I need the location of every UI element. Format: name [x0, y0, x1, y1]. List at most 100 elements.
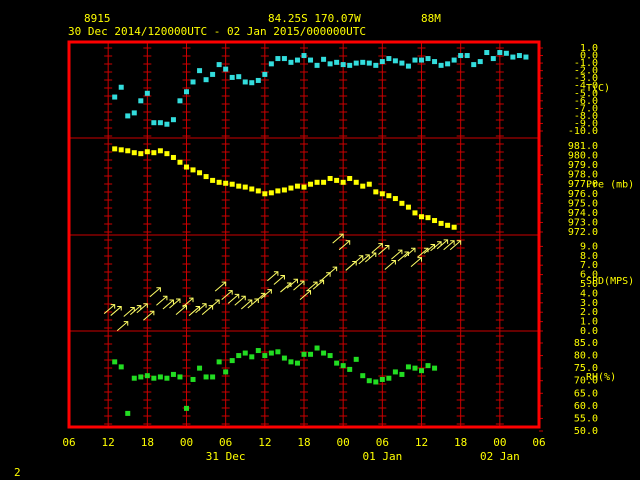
- data-point: [184, 405, 189, 411]
- meteogram-chart: 8915 84.25S 170.07W 88M 30 Dec 2014/1200…: [14, 12, 634, 479]
- data-point: [288, 359, 294, 365]
- data-point: [210, 374, 216, 380]
- x-tick-label: 18: [297, 436, 310, 449]
- data-point: [216, 62, 222, 68]
- data-point: [164, 151, 170, 157]
- data-point: [255, 348, 261, 354]
- data-point: [392, 58, 398, 64]
- wind-arrow: [156, 295, 168, 306]
- data-point: [334, 360, 340, 366]
- y-tick-label: 50.0: [574, 426, 598, 437]
- data-point: [347, 175, 353, 181]
- data-point: [138, 151, 144, 157]
- data-point: [249, 80, 255, 86]
- data-point: [301, 351, 307, 357]
- data-point: [255, 77, 261, 83]
- data-point: [314, 62, 320, 68]
- data-point: [164, 121, 170, 127]
- data-point: [190, 167, 196, 173]
- data-point: [405, 364, 411, 370]
- data-point: [334, 177, 340, 183]
- data-point: [118, 84, 124, 90]
- data-point: [151, 375, 157, 381]
- data-point: [125, 148, 131, 154]
- wind-arrow: [404, 247, 416, 258]
- data-point: [321, 56, 327, 62]
- data-point: [386, 193, 392, 199]
- x-tick-label: 18: [141, 436, 154, 449]
- data-point: [399, 200, 405, 206]
- data-point: [197, 68, 203, 74]
- data-point: [477, 59, 483, 65]
- data-point: [353, 356, 359, 362]
- data-point: [223, 66, 229, 72]
- data-point: [184, 89, 189, 95]
- x-day-label: 31 Dec: [206, 450, 246, 463]
- x-tick-label: 06: [62, 436, 75, 449]
- data-point: [451, 57, 457, 63]
- data-point: [379, 376, 385, 382]
- data-point: [451, 224, 457, 230]
- wind-arrow: [332, 233, 344, 244]
- data-point: [314, 179, 320, 185]
- data-point: [366, 378, 372, 384]
- data-point: [308, 181, 314, 187]
- x-tick-label: 12: [102, 436, 115, 449]
- wind-arrow: [267, 271, 279, 282]
- data-point: [510, 54, 516, 60]
- wind-arrow: [391, 249, 403, 260]
- data-point: [425, 363, 431, 369]
- data-point: [432, 59, 438, 65]
- data-point: [327, 61, 333, 67]
- data-point: [399, 371, 405, 377]
- data-point: [223, 369, 229, 375]
- data-point: [242, 184, 248, 190]
- data-point: [516, 53, 522, 59]
- wind-arrow: [234, 295, 246, 306]
- data-point: [340, 179, 346, 185]
- data-point: [379, 59, 385, 65]
- y-tick-label: 972.0: [568, 227, 598, 238]
- panel-label: SPD(MPS): [586, 276, 634, 287]
- data-point: [366, 181, 372, 187]
- panel-label: RH(%): [586, 372, 616, 383]
- data-point: [262, 353, 268, 359]
- data-point: [268, 350, 274, 356]
- data-point: [144, 373, 150, 379]
- data-point: [144, 90, 150, 96]
- data-point: [503, 50, 509, 56]
- data-point: [112, 359, 118, 365]
- x-tick-label: 12: [415, 436, 428, 449]
- page-number: 2: [14, 466, 21, 479]
- data-point: [144, 149, 150, 155]
- data-point: [229, 74, 235, 80]
- data-point: [184, 164, 189, 170]
- data-point: [236, 74, 242, 80]
- data-point: [294, 57, 300, 63]
- data-point: [197, 170, 203, 176]
- data-point: [438, 62, 444, 68]
- data-point: [125, 410, 131, 416]
- data-point: [347, 62, 353, 68]
- data-point: [164, 375, 170, 381]
- data-point: [177, 374, 183, 380]
- y-tick-label: 65.0: [574, 388, 598, 399]
- data-point: [125, 113, 131, 119]
- x-tick-label: 18: [454, 436, 467, 449]
- data-point: [373, 189, 379, 195]
- data-point: [314, 345, 320, 351]
- data-point: [275, 349, 281, 355]
- data-point: [419, 214, 424, 220]
- data-point: [458, 53, 464, 59]
- data-point: [216, 179, 222, 185]
- data-point: [379, 191, 385, 197]
- data-point: [334, 59, 340, 65]
- data-point: [373, 379, 379, 385]
- data-point: [170, 371, 176, 377]
- data-point: [392, 196, 398, 202]
- data-point: [497, 50, 503, 56]
- data-point: [445, 222, 451, 228]
- wind-arrow: [351, 255, 364, 266]
- data-point: [471, 62, 477, 68]
- data-point: [308, 57, 314, 63]
